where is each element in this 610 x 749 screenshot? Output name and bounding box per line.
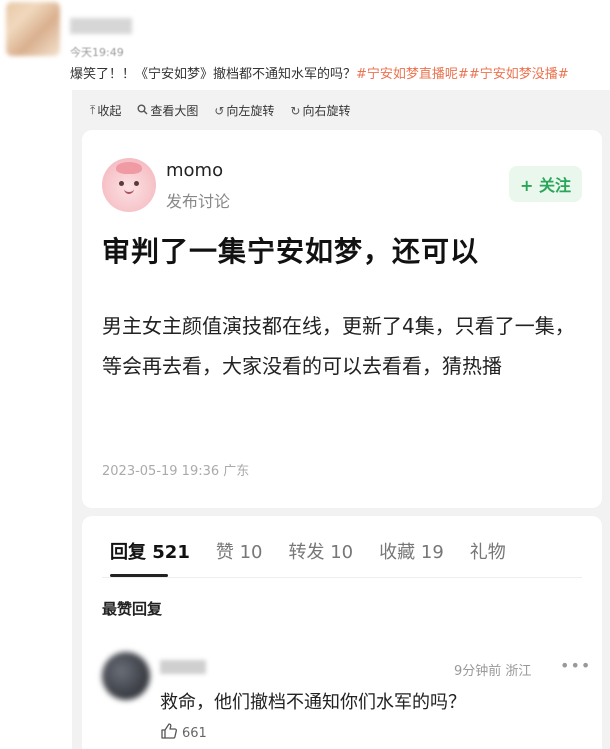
comments-panel: 回复 521 赞 10 转发 10 收藏 19 礼物 最赞回复 9分钟前 浙江 … [82,516,602,749]
user-avatar[interactable] [102,158,156,212]
more-icon[interactable]: ••• [560,656,591,675]
tab-reposts[interactable]: 转发 10 [289,538,354,564]
tab-label: 礼物 [469,542,506,563]
discussion-card: momo 发布讨论 + 关注 审判了一集宁安如梦，还可以 男主女主颜值演技都在线… [82,130,602,508]
commenter-name-blurred[interactable] [160,660,206,674]
avatar-mouth [124,189,134,194]
poster-name-blurred[interactable] [70,18,132,34]
avatar-tuft [116,162,142,174]
discussion-title: 审判了一集宁安如梦，还可以 [102,235,480,268]
magnifier-icon [137,104,148,118]
interaction-tabs: 回复 521 赞 10 转发 10 收藏 19 礼物 [110,538,506,564]
username[interactable]: momo [166,160,223,181]
poster-avatar[interactable] [6,2,60,56]
view-large-label: 查看大图 [150,104,199,118]
divider [102,577,582,578]
rotate-left-icon: ↺ [214,103,225,118]
tab-count: 10 [330,542,354,563]
rotate-right-icon: ↻ [290,103,301,118]
comment-like-button[interactable]: 661 [160,722,207,744]
image-toolbar: ⤒ 收起 查看大图 ↺ 向左旋转 ↻ 向右旋转 [90,102,351,119]
post-date: 2023-05-19 19:36 广东 [102,464,250,479]
rotate-right-button[interactable]: ↻ 向右旋转 [290,102,350,119]
collapse-button[interactable]: ⤒ 收起 [90,102,121,119]
post-text-plain: 爆笑了！！《宁安如梦》撤档都不通知水军的吗？ [70,67,357,82]
avatar-eye [134,181,139,186]
tab-gifts[interactable]: 礼物 [470,538,506,564]
thumbs-up-icon [160,722,178,744]
comment-text: 救命，他们撤档不通知你们水军的吗？ [160,692,466,713]
discussion-body: 男主女主颜值演技都在线，更新了4集，只看了一集，等会再去看，大家没看的可以去看看… [102,314,575,378]
tab-favorites[interactable]: 收藏 19 [379,538,444,564]
rotate-left-label: 向左旋转 [226,104,275,118]
view-large-button[interactable]: 查看大图 [137,102,198,119]
hashtag-link[interactable]: #宁安如梦没播# [469,67,569,82]
post-time: 今天19:49 [70,46,124,59]
rotate-left-button[interactable]: ↺ 向左旋转 [214,102,274,119]
tab-label: 转发 [288,542,325,563]
tab-replies[interactable]: 回复 521 [110,538,190,564]
collapse-label: 收起 [97,104,122,118]
tab-count: 521 [152,542,190,563]
tab-count: 10 [239,542,263,563]
post-text: 爆笑了！！《宁安如梦》撤档都不通知水军的吗？#宁安如梦直播呢##宁安如梦没播# [70,63,569,82]
commenter-avatar[interactable] [102,652,150,700]
post-type-label: 发布讨论 [166,192,231,211]
follow-button[interactable]: + 关注 [509,166,582,202]
section-title: 最赞回复 [102,600,163,618]
hashtag-link[interactable]: #宁安如梦直播呢# [356,67,469,82]
tab-label: 赞 [215,542,234,563]
avatar-eye [119,181,124,186]
collapse-icon: ⤒ [90,103,96,117]
tab-label: 回复 [110,542,146,563]
comment-meta: 9分钟前 浙江 [454,664,532,679]
like-count: 661 [182,725,207,741]
rotate-right-label: 向右旋转 [302,104,351,118]
tab-likes[interactable]: 赞 10 [216,538,263,564]
tab-label: 收藏 [379,542,416,563]
tab-count: 19 [420,542,444,563]
